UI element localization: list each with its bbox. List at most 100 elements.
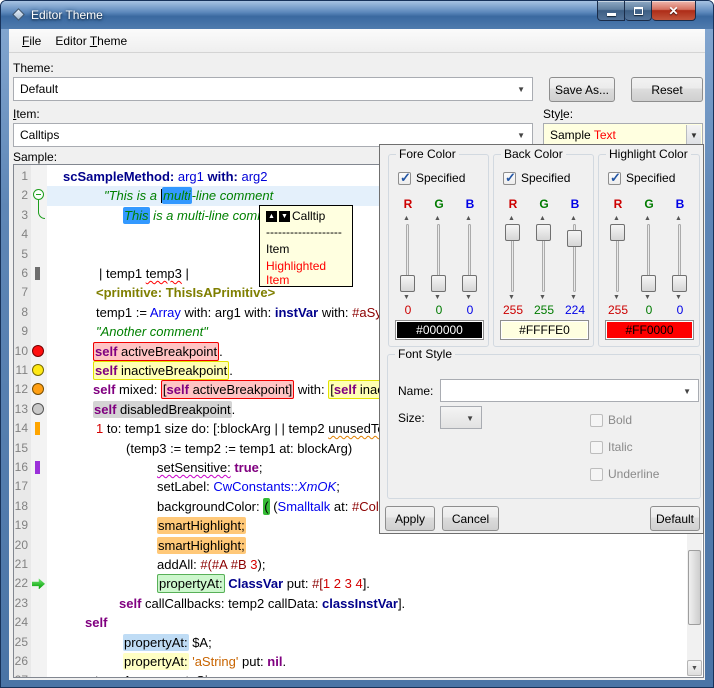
line-number[interactable]: 2 [14, 186, 31, 206]
line-number[interactable]: 14 [14, 419, 31, 439]
line-number[interactable]: 24 [14, 613, 31, 633]
fold-collapse-icon[interactable] [33, 189, 44, 200]
specified-checkbox[interactable] [608, 172, 621, 185]
line-number[interactable]: 1 [14, 167, 31, 187]
slider-thumb[interactable] [536, 224, 551, 241]
slider-thumb[interactable] [567, 230, 582, 247]
marker-cell[interactable] [31, 652, 47, 672]
marker-cell[interactable] [31, 477, 47, 497]
marker-cell[interactable] [31, 419, 47, 439]
slider-down-icon[interactable]: ▼ [570, 294, 577, 301]
line-number[interactable]: 11 [14, 361, 31, 381]
marker-cell[interactable] [31, 361, 47, 381]
calltip-list-item[interactable]: Item [266, 242, 346, 256]
line-number[interactable]: 6 [14, 264, 31, 284]
color-swatch[interactable]: #FFFFE0 [500, 320, 589, 340]
slider-down-icon[interactable]: ▼ [465, 294, 472, 301]
slider-up-icon[interactable]: ▲ [508, 215, 515, 222]
slider-up-icon[interactable]: ▲ [613, 215, 620, 222]
marker-cell[interactable] [31, 516, 47, 536]
marker-cell[interactable] [31, 400, 47, 420]
slider-down-icon[interactable]: ▼ [644, 294, 651, 301]
marker-cell[interactable] [31, 167, 47, 187]
marker-cell[interactable] [31, 342, 47, 362]
line-number[interactable]: 13 [14, 400, 31, 420]
slider-up-icon[interactable]: ▲ [539, 215, 546, 222]
marker-cell[interactable] [31, 574, 47, 594]
line-number[interactable]: 4 [14, 225, 31, 245]
change-marker-icon[interactable] [35, 267, 40, 280]
line-number[interactable]: 27 [14, 671, 31, 678]
color-swatch[interactable]: #FF0000 [605, 320, 694, 340]
channel-slider-g[interactable]: ▲▼ [641, 215, 656, 301]
change-marker-icon[interactable] [35, 461, 40, 474]
slider-thumb[interactable] [505, 224, 520, 241]
menu-item-file[interactable]: File [15, 32, 48, 50]
channel-slider-g[interactable]: ▲▼ [431, 215, 446, 301]
marker-cell[interactable] [31, 555, 47, 575]
marker-cell[interactable] [31, 264, 47, 284]
marker-cell[interactable] [31, 671, 47, 678]
slider-thumb[interactable] [672, 275, 687, 292]
slider-down-icon[interactable]: ▼ [508, 294, 515, 301]
menu-item-editor-theme[interactable]: Editor Theme [48, 32, 134, 50]
channel-slider-r[interactable]: ▲▼ [400, 215, 415, 301]
channel-slider-r[interactable]: ▲▼ [610, 215, 625, 301]
line-number[interactable]: 22 [14, 574, 31, 594]
slider-up-icon[interactable]: ▲ [465, 215, 472, 222]
active-breakpoint-icon[interactable] [32, 345, 44, 357]
cancel-button[interactable]: Cancel [442, 506, 499, 531]
marker-cell[interactable] [31, 225, 47, 245]
minimize-button[interactable] [597, 1, 625, 21]
slider-thumb[interactable] [462, 275, 477, 292]
slider-thumb[interactable] [431, 275, 446, 292]
line-number[interactable]: 21 [14, 555, 31, 575]
line-number[interactable]: 19 [14, 516, 31, 536]
marker-cell[interactable] [31, 536, 47, 556]
channel-slider-r[interactable]: ▲▼ [505, 215, 520, 301]
theme-combobox[interactable]: Default ▼ [13, 77, 533, 101]
slider-down-icon[interactable]: ▼ [613, 294, 620, 301]
apply-button[interactable]: Apply [385, 506, 435, 531]
marker-cell[interactable] [31, 303, 47, 323]
calltip-prev-button[interactable]: ▲ [266, 211, 277, 222]
line-number[interactable]: 9 [14, 322, 31, 342]
disabled-breakpoint-icon[interactable] [32, 403, 44, 415]
slider-up-icon[interactable]: ▲ [403, 215, 410, 222]
line-number[interactable]: 26 [14, 652, 31, 672]
line-number[interactable]: 20 [14, 536, 31, 556]
line-number[interactable]: 8 [14, 303, 31, 323]
channel-slider-g[interactable]: ▲▼ [536, 215, 551, 301]
marker-cell[interactable] [31, 283, 47, 303]
slider-down-icon[interactable]: ▼ [675, 294, 682, 301]
color-swatch[interactable]: #000000 [395, 320, 484, 340]
font-size-combobox[interactable]: ▼ [440, 406, 482, 429]
style-combobox-arrow-button[interactable]: ▼ [686, 125, 701, 145]
line-number[interactable]: 16 [14, 458, 31, 478]
line-number[interactable]: 5 [14, 245, 31, 265]
line-number[interactable]: 25 [14, 633, 31, 653]
font-name-combobox[interactable]: ▼ [440, 379, 699, 402]
marker-cell[interactable] [31, 439, 47, 459]
slider-down-icon[interactable]: ▼ [539, 294, 546, 301]
line-number[interactable]: 18 [14, 497, 31, 517]
calltip-list-item[interactable]: Highlighted Item [266, 259, 346, 287]
line-number[interactable]: 10 [14, 342, 31, 362]
channel-slider-b[interactable]: ▲▼ [462, 215, 477, 301]
line-number[interactable]: 15 [14, 439, 31, 459]
line-number[interactable]: 17 [14, 477, 31, 497]
default-button[interactable]: Default [650, 506, 700, 531]
current-line-arrow-icon[interactable] [32, 578, 45, 589]
save-as-button[interactable]: Save As... [549, 77, 615, 102]
marker-cell[interactable] [31, 633, 47, 653]
calltip-next-button[interactable]: ▼ [279, 211, 290, 222]
change-marker-icon[interactable] [35, 422, 40, 435]
channel-slider-b[interactable]: ▲▼ [672, 215, 687, 301]
maximize-button[interactable] [625, 1, 652, 21]
inactive-breakpoint-icon[interactable] [32, 364, 44, 376]
marker-cell[interactable] [31, 245, 47, 265]
line-number[interactable]: 7 [14, 283, 31, 303]
line-number[interactable]: 3 [14, 206, 31, 226]
mixed-breakpoint-icon[interactable] [32, 383, 44, 395]
channel-slider-b[interactable]: ▲▼ [567, 215, 582, 301]
